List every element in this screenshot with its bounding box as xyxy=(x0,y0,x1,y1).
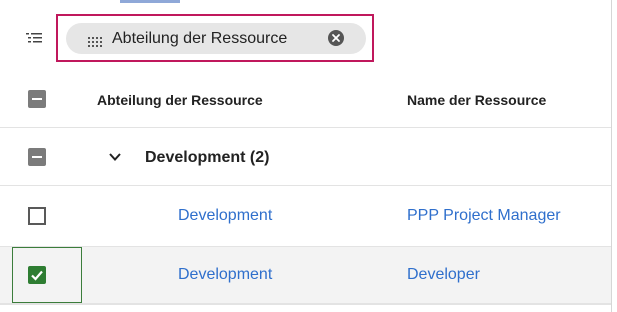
chevron-down-icon[interactable] xyxy=(108,150,122,164)
department-link[interactable]: Development xyxy=(178,207,272,225)
department-link[interactable]: Development xyxy=(178,266,272,284)
group-by-chip-label: Abteilung der Ressource xyxy=(112,29,288,47)
drag-handle-icon[interactable] xyxy=(88,34,102,47)
remove-chip-icon[interactable] xyxy=(328,30,344,46)
table-row[interactable]: Development PPP Project Manager xyxy=(0,186,611,247)
checkbox-focus-outline xyxy=(12,247,82,303)
resource-name-link[interactable]: Developer xyxy=(407,266,480,284)
resource-name-link[interactable]: PPP Project Manager xyxy=(407,207,561,225)
table-row[interactable]: Development Developer xyxy=(0,247,611,304)
divider xyxy=(0,304,611,305)
group-row: Development (2) xyxy=(0,128,611,186)
checkmark-icon xyxy=(31,270,43,281)
row-checkbox-checked[interactable] xyxy=(28,266,46,284)
grid-header-row: Abteilung der Ressource Name der Ressour… xyxy=(0,70,611,128)
column-header-name[interactable]: Name der Ressource xyxy=(407,92,546,108)
group-by-panel: Abteilung der Ressource xyxy=(0,0,611,70)
column-header-department[interactable]: Abteilung der Ressource xyxy=(97,92,263,108)
group-checkbox[interactable] xyxy=(28,148,46,166)
group-by-chip[interactable]: Abteilung der Ressource xyxy=(66,23,366,54)
select-all-checkbox[interactable] xyxy=(28,90,46,108)
row-checkbox[interactable] xyxy=(28,207,46,225)
group-list-icon[interactable] xyxy=(25,31,43,47)
group-label: Development (2) xyxy=(145,149,270,166)
